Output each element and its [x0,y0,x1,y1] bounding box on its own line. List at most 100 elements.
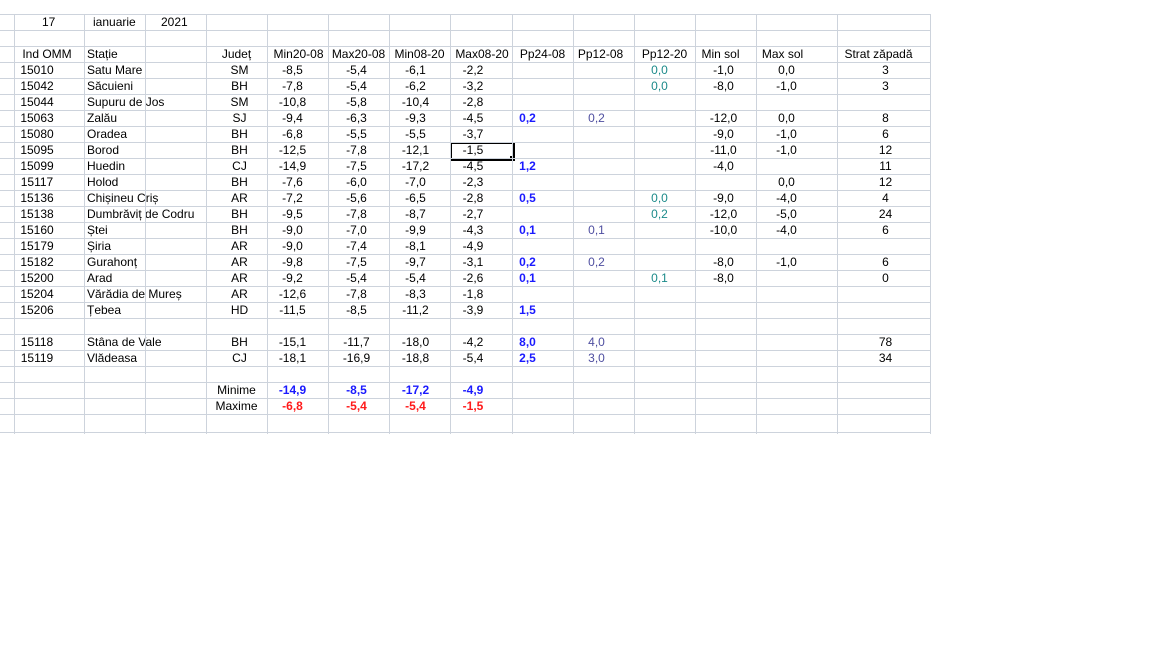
cell-pp1220[interactable] [629,334,690,350]
cell-min0820[interactable]: -7,0 [385,174,446,190]
cell-maxsol[interactable] [746,334,827,350]
cell-min2008[interactable]: -14,9 [262,158,323,174]
cell-pp1208[interactable] [566,62,627,78]
cell-pp1220[interactable] [629,110,690,126]
cell-minsol[interactable]: -1,0 [693,62,754,78]
cell-pp2408[interactable] [497,78,558,94]
cell-min0820[interactable]: -6,2 [385,78,446,94]
cell-max2008[interactable]: -5,4 [326,78,387,94]
cell-min2008[interactable]: -15,1 [262,334,323,350]
cell-min2008[interactable]: -9,8 [262,254,323,270]
cell-ind[interactable]: 15042 [2,78,72,94]
cell-strat[interactable] [839,302,932,318]
cell-statie[interactable]: Huedin [87,158,217,174]
cell-pp1208[interactable] [566,78,627,94]
cell-max0820[interactable]: -2,8 [442,190,504,206]
cell-pp2408[interactable]: 1,5 [497,302,558,318]
cell-pp2408[interactable] [497,286,558,302]
cell-pp1208[interactable] [566,174,627,190]
cell-pp1220[interactable] [629,158,690,174]
cell-pp1208[interactable]: 0,2 [566,254,627,270]
cell-pp1220[interactable] [629,174,690,190]
cell-statie[interactable]: Holod [87,174,217,190]
summary-min0820[interactable]: -17,2 [385,382,446,398]
summary-max0820[interactable]: -1,5 [442,398,504,414]
cell-maxsol[interactable]: 0,0 [746,62,827,78]
summary-label[interactable]: Maxime [206,398,267,414]
cell-maxsol[interactable] [746,238,827,254]
cell-pp1220[interactable] [629,222,690,238]
summary-max2008[interactable]: -5,4 [326,398,387,414]
cell-min2008[interactable]: -12,5 [262,142,323,158]
header-strat[interactable]: Strat zăpadă [832,46,925,62]
cell-minsol[interactable]: -12,0 [693,110,754,126]
cell-max0820[interactable]: -4,3 [442,222,504,238]
cell-statie[interactable]: Vărădia de Mureș [87,286,217,302]
cell-pp1208[interactable] [566,238,627,254]
cell-max0820[interactable]: -2,3 [442,174,504,190]
cell-pp2408[interactable]: 8,0 [497,334,558,350]
cell-max2008[interactable]: -16,9 [326,350,387,366]
cell-min2008[interactable]: -9,0 [262,238,323,254]
summary-max0820[interactable]: -4,9 [442,382,504,398]
cell-judet[interactable]: AR [209,238,270,254]
cell-minsol[interactable] [693,238,754,254]
cell-strat[interactable]: 3 [839,62,932,78]
cell-maxsol[interactable]: -4,0 [746,222,827,238]
cell-min0820[interactable]: -6,5 [385,190,446,206]
cell-max2008[interactable]: -7,0 [326,222,387,238]
cell-pp1220[interactable]: 0,1 [629,270,690,286]
cell-pp1208[interactable] [566,206,627,222]
cell-min0820[interactable]: -18,0 [385,334,446,350]
cell-ind[interactable]: 15182 [2,254,72,270]
header-maxsol[interactable]: Max sol [742,46,823,62]
cell-judet[interactable]: AR [209,286,270,302]
cell-strat[interactable]: 12 [839,174,932,190]
cell-minsol[interactable] [693,286,754,302]
cell-min2008[interactable]: -11,5 [262,302,323,318]
cell-pp2408[interactable]: 0,1 [497,222,558,238]
cell-pp2408[interactable] [497,126,558,142]
cell-pp1208[interactable] [566,270,627,286]
cell-maxsol[interactable] [746,270,827,286]
cell-statie[interactable]: Arad [87,270,217,286]
cell-min0820[interactable]: -10,4 [385,94,446,110]
cell-strat[interactable] [839,238,932,254]
cell-min0820[interactable]: -8,1 [385,238,446,254]
cell-statie[interactable]: Gurahonț [87,254,217,270]
cell-judet[interactable]: BH [209,78,270,94]
cell-minsol[interactable]: -8,0 [693,78,754,94]
cell-min0820[interactable]: -17,2 [385,158,446,174]
cell-max2008[interactable]: -5,6 [326,190,387,206]
cell-pp1220[interactable]: 0,0 [629,190,690,206]
cell-ind[interactable]: 15118 [2,334,72,350]
cell-maxsol[interactable]: -1,0 [746,78,827,94]
cell-max2008[interactable]: -7,8 [326,286,387,302]
cell-pp1208[interactable] [566,286,627,302]
cell-minsol[interactable]: -9,0 [693,126,754,142]
cell-pp1220[interactable] [629,350,690,366]
cell-maxsol[interactable] [746,302,827,318]
cell-strat[interactable]: 24 [839,206,932,222]
header-max0820[interactable]: Max08-20 [451,46,513,62]
cell-judet[interactable]: CJ [209,350,270,366]
cell-pp1208[interactable] [566,302,627,318]
cell-statie[interactable]: Chișineu Criș [87,190,217,206]
cell-pp1220[interactable] [629,238,690,254]
cell-min0820[interactable]: -5,4 [385,270,446,286]
cell-min0820[interactable]: -8,3 [385,286,446,302]
cell-maxsol[interactable]: -1,0 [746,142,827,158]
cell-pp1208[interactable] [566,190,627,206]
cell-pp2408[interactable]: 0,1 [497,270,558,286]
cell-pp2408[interactable]: 0,2 [497,110,558,126]
cell-maxsol[interactable] [746,158,827,174]
cell-statie[interactable]: Ștei [87,222,217,238]
cell-pp2408[interactable]: 2,5 [497,350,558,366]
cell-max0820[interactable]: -4,2 [442,334,504,350]
summary-min2008[interactable]: -6,8 [262,398,323,414]
header-max2008[interactable]: Max20-08 [328,46,389,62]
cell-statie[interactable]: Țebea [87,302,217,318]
header-pp2408[interactable]: Pp24-08 [512,46,573,62]
cell-pp2408[interactable] [497,206,558,222]
cell-max2008[interactable]: -5,5 [326,126,387,142]
